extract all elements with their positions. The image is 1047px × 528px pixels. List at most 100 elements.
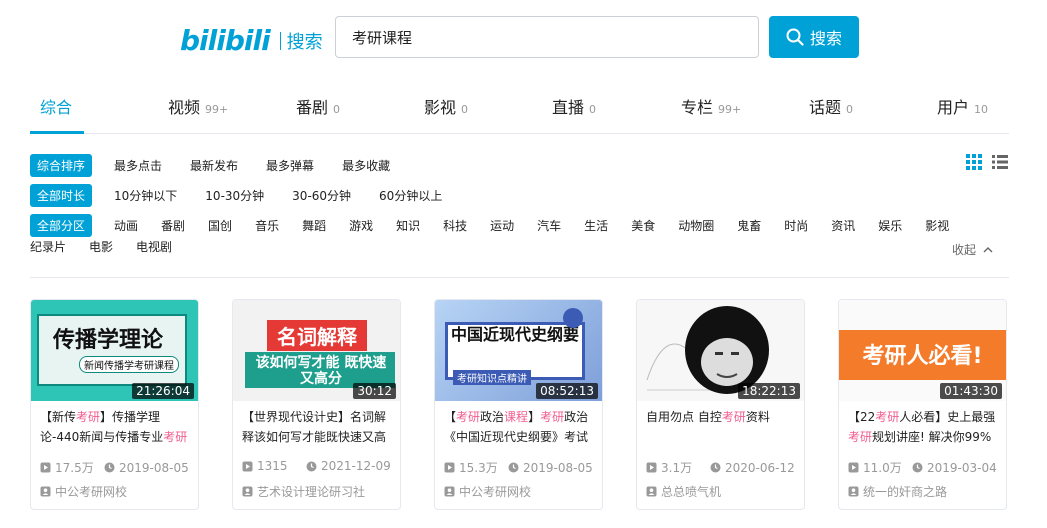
chevron-up-icon [983, 247, 993, 253]
thumbnail-title: 名词解释 [267, 320, 367, 351]
video-card[interactable]: 18:22:13 自用勿点 自控考研资料 3.1万 2020-06-12 总总喷… [636, 299, 805, 510]
video-title[interactable]: 自用勿点 自控考研资料 [646, 407, 798, 447]
duration-10-30[interactable]: 10-30分钟 [205, 187, 264, 204]
duration-all[interactable]: 全部时长 [30, 184, 93, 207]
video-card[interactable]: 考研人必看! 01:43:30 【22考研人必看】史上最强考研规划讲座! 解决你… [838, 299, 1007, 510]
zone-chip[interactable]: 番剧 [161, 217, 185, 234]
zone-chip[interactable]: 游戏 [349, 217, 373, 234]
zone-chip[interactable]: 资讯 [831, 217, 855, 234]
zone-all[interactable]: 全部分区 [30, 214, 93, 237]
zone-chip[interactable]: 知识 [396, 217, 420, 234]
search-tabs: 综合 视频 99+ 番剧 0 影视 0 直播 0 专栏 99+ 话题 0 用户 10 [30, 86, 1009, 134]
zone-chip[interactable]: 纪录片 [30, 238, 66, 255]
collapse-filters-button[interactable]: 收起 [952, 241, 993, 258]
duration-30-60[interactable]: 30-60分钟 [292, 187, 351, 204]
tab-user[interactable]: 用户 10 [937, 94, 988, 118]
title-text: 规划讲座! 解决你99% [872, 430, 992, 444]
title-text: 资料 [745, 410, 770, 424]
logo-wordmark: bilibili [180, 24, 271, 57]
order-most-clicks[interactable]: 最多点击 [114, 157, 162, 174]
video-thumbnail[interactable]: 名词解释 该如何写才能 既快速又高分 30:12 [233, 300, 400, 401]
tab-movie[interactable]: 影视 0 [424, 94, 468, 118]
zone-filter-row2: 纪录片 电影 电视剧 [30, 238, 195, 255]
video-duration: 18:22:13 [738, 383, 800, 399]
video-thumbnail[interactable]: 考研人必看! 01:43:30 [839, 300, 1006, 401]
zone-chip[interactable]: 音乐 [255, 217, 279, 234]
tab-label: 用户 [937, 98, 970, 117]
upload-date-value: 2020-06-12 [725, 460, 795, 475]
zone-chip[interactable]: 动画 [114, 217, 138, 234]
order-most-favorites[interactable]: 最多收藏 [342, 157, 390, 174]
list-view-icon[interactable] [992, 154, 1008, 170]
zone-chip[interactable]: 电影 [89, 238, 113, 255]
video-meta: 15.3万 2019-08-05 [444, 459, 599, 476]
tab-bangumi[interactable]: 番剧 0 [296, 94, 340, 118]
zone-chip[interactable]: 时尚 [784, 217, 808, 234]
play-count-value: 3.1万 [661, 461, 693, 475]
tab-article[interactable]: 专栏 99+ [681, 94, 741, 118]
video-duration: 01:43:30 [940, 383, 1002, 399]
zone-chip[interactable]: 科技 [443, 217, 467, 234]
zone-chip[interactable]: 汽车 [537, 217, 561, 234]
logo-search-label: 搜索 [286, 31, 323, 53]
tab-video[interactable]: 视频 99+ [168, 94, 228, 118]
bilibili-logo[interactable]: bilibili 搜索 [180, 24, 323, 57]
tab-label: 番剧 [296, 98, 329, 117]
play-icon [242, 461, 253, 471]
zone-chip[interactable]: 运动 [490, 217, 514, 234]
upload-date-value: 2019-03-04 [927, 460, 997, 475]
zone-chip[interactable]: 舞蹈 [302, 217, 326, 234]
zone-chip[interactable]: 美食 [631, 217, 655, 234]
uploader[interactable]: 中公考研网校 [40, 483, 127, 500]
clock-icon [508, 462, 519, 473]
duration-under-10[interactable]: 10分钟以下 [114, 187, 177, 204]
zone-chip[interactable]: 生活 [584, 217, 608, 234]
keyword-highlight: 考研 [163, 430, 188, 444]
zone-chip[interactable]: 电视剧 [136, 238, 172, 255]
keyword-highlight: 考研 [540, 410, 565, 424]
search-input[interactable] [335, 16, 759, 58]
video-title[interactable]: 【考研政治课程】考研政治《中国近现代史纲要》考试 [444, 407, 596, 447]
zone-chip[interactable]: 鬼畜 [737, 217, 761, 234]
video-card[interactable]: 传播学理论 新闻传播学考研课程 21:26:04 【新传考研】传播学理论-440… [30, 299, 199, 510]
tab-all[interactable]: 综合 [40, 94, 72, 118]
user-icon [40, 486, 51, 497]
upload-date-value: 2019-08-05 [523, 460, 593, 475]
clock-icon [306, 461, 317, 471]
keyword-highlight: 考研 [76, 410, 101, 424]
video-title[interactable]: 【新传考研】传播学理论-440新闻与传播专业考研 [40, 407, 192, 447]
video-thumbnail[interactable]: 传播学理论 新闻传播学考研课程 21:26:04 [31, 300, 198, 401]
zone-chip[interactable]: 动物圈 [678, 217, 714, 234]
tab-topic[interactable]: 话题 0 [809, 94, 853, 118]
uploader-name: 总总喷气机 [661, 485, 722, 499]
video-thumbnail[interactable]: 中国近现代史纲要 考研知识点精讲 08:52:13 [435, 300, 602, 401]
uploader[interactable]: 统一的奸商之路 [848, 483, 947, 500]
search-button[interactable]: 搜索 [769, 16, 859, 58]
order-most-danmaku[interactable]: 最多弹幕 [266, 157, 314, 174]
duration-filter: 全部时长 10分钟以下 10-30分钟 30-60分钟 60分钟以上 [30, 184, 470, 207]
uploader[interactable]: 总总喷气机 [646, 483, 721, 500]
uploader[interactable]: 中公考研网校 [444, 483, 531, 500]
uploader[interactable]: 艺术设计理论研习社 [242, 483, 365, 500]
video-title[interactable]: 【世界现代设计史】名词解释该如何写才能既快速又高 [242, 407, 394, 447]
video-title[interactable]: 【22考研人必看】史上最强考研规划讲座! 解决你99% [848, 407, 1000, 447]
play-count-value: 15.3万 [459, 461, 498, 475]
zone-chip[interactable]: 国创 [208, 217, 232, 234]
play-count: 15.3万 [444, 459, 508, 476]
grid-view-icon[interactable] [966, 154, 982, 170]
play-count-value: 17.5万 [55, 461, 94, 475]
tab-live[interactable]: 直播 0 [552, 94, 596, 118]
duration-over-60[interactable]: 60分钟以上 [379, 187, 442, 204]
zone-chip[interactable]: 影视 [925, 217, 949, 234]
video-duration: 21:26:04 [132, 383, 194, 399]
video-duration: 30:12 [353, 383, 396, 399]
order-newest[interactable]: 最新发布 [190, 157, 238, 174]
video-thumbnail[interactable]: 18:22:13 [637, 300, 804, 401]
play-count: 3.1万 [646, 459, 710, 476]
video-card[interactable]: 名词解释 该如何写才能 既快速又高分 30:12 【世界现代设计史】名词解释该如… [232, 299, 401, 510]
upload-date: 2019-03-04 [912, 459, 997, 476]
video-card[interactable]: 中国近现代史纲要 考研知识点精讲 08:52:13 【考研政治课程】考研政治《中… [434, 299, 603, 510]
play-count: 17.5万 [40, 459, 104, 476]
zone-chip[interactable]: 娱乐 [878, 217, 902, 234]
order-default[interactable]: 综合排序 [30, 154, 93, 177]
